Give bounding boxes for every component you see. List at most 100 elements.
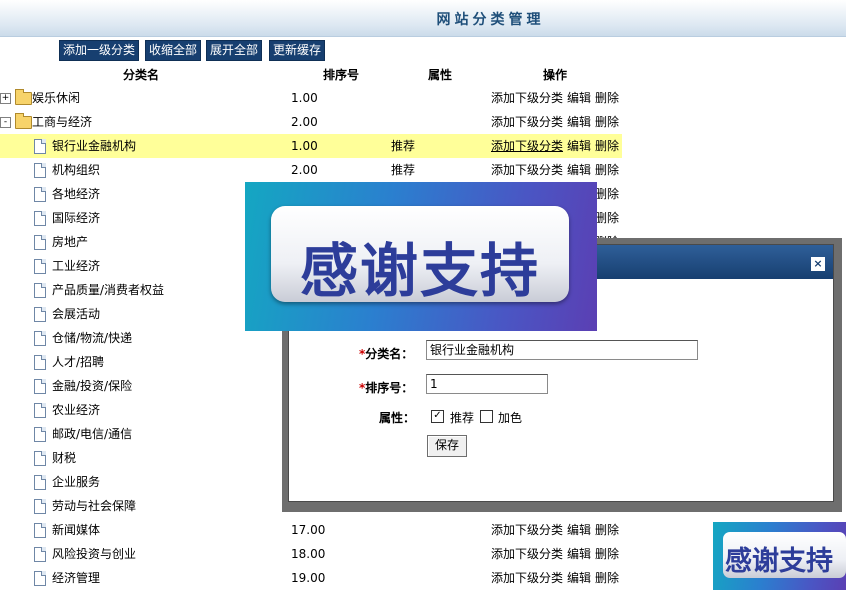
edit-link[interactable]: 编辑 [567,115,591,129]
banner-small-pill: 感谢支持 [723,532,846,578]
table-row: 机构组织 2.00 推荐 添加下级分类 编辑 删除 [0,158,622,182]
category-name[interactable]: 银行业金融机构 [52,134,136,158]
delete-link[interactable]: 删除 [595,547,619,561]
category-name[interactable]: 机构组织 [52,158,100,182]
add-subcategory-link[interactable]: 添加下级分类 [491,523,563,537]
edit-link[interactable]: 编辑 [567,163,591,177]
category-name[interactable]: 经济管理 [52,566,100,590]
document-icon [34,403,46,418]
row-actions: 添加下级分类编辑删除 [491,518,623,542]
category-name[interactable]: 企业服务 [52,470,100,494]
category-name[interactable]: 会展活动 [52,302,100,326]
order-field-label: *排序号： [359,381,414,395]
category-name[interactable]: 人才/招聘 [52,350,104,374]
table-row: - 工商与经济 2.00 添加下级分类 编辑 删除 [0,110,622,134]
category-name[interactable]: 仓储/物流/快递 [52,326,132,350]
document-icon [34,379,46,394]
sort-order-input[interactable] [426,374,548,394]
table-row: 新闻媒体 17.00 添加下级分类 编辑 删除 [0,518,622,542]
category-name[interactable]: 工商与经济 [32,110,92,134]
document-icon [34,451,46,466]
add-subcategory-link[interactable]: 添加下级分类 [491,91,563,105]
thanks-banner: 感谢支持 [245,182,597,331]
column-header-name: 分类名 [123,68,160,82]
row-actions: 添加下级分类编辑删除 [491,542,623,566]
collapse-all-button[interactable]: 收缩全部 [145,40,202,61]
table-row: 风险投资与创业 18.00 添加下级分类 编辑 删除 [0,542,622,566]
edit-link[interactable]: 编辑 [567,523,591,537]
table-row: 银行业金融机构 1.00 推荐 添加下级分类 编辑 删除 [0,134,622,158]
document-icon [34,259,46,274]
sort-order: 17.00 [291,523,326,537]
edit-link[interactable]: 编辑 [567,91,591,105]
add-subcategory-link[interactable]: 添加下级分类 [491,115,563,129]
table-row: 经济管理 19.00 添加下级分类 编辑 删除 [0,566,622,590]
row-actions: 添加下级分类编辑删除 [491,110,623,134]
recommend-checkbox[interactable]: ✓ [431,410,444,423]
delete-link[interactable]: 删除 [595,91,619,105]
category-name[interactable]: 新闻媒体 [52,518,100,542]
highlight-color-checkbox[interactable] [480,410,493,423]
close-icon[interactable]: × [811,257,825,271]
edit-link[interactable]: 编辑 [567,571,591,585]
delete-link[interactable]: 删除 [595,211,619,225]
banner-pill: 感谢支持 [271,206,569,305]
category-name[interactable]: 财税 [52,446,76,470]
category-name[interactable]: 农业经济 [52,398,100,422]
add-top-category-button[interactable]: 添加一级分类 [59,40,140,61]
recommend-label: 推荐 [450,411,475,425]
page-header: 网站分类管理 [0,0,846,37]
add-subcategory-link[interactable]: 添加下级分类 [491,163,563,177]
add-subcategory-link[interactable]: 添加下级分类 [491,139,563,153]
update-cache-button[interactable]: 更新缓存 [269,40,326,61]
edit-link[interactable]: 编辑 [567,547,591,561]
delete-link[interactable]: 删除 [595,523,619,537]
column-header-order: 排序号 [323,68,360,82]
category-name[interactable]: 各地经济 [52,182,100,206]
document-icon [34,163,46,178]
document-icon [34,355,46,370]
attribute: 推荐 [391,163,416,177]
edit-link[interactable]: 编辑 [567,139,591,153]
sort-order: 2.00 [291,163,318,177]
delete-link[interactable]: 删除 [595,163,619,177]
category-name[interactable]: 娱乐休闲 [32,86,80,110]
banner-small-text: 感谢支持 [725,546,833,577]
delete-link[interactable]: 删除 [595,139,619,153]
folder-icon [15,113,32,129]
delete-link[interactable]: 删除 [595,187,619,201]
add-subcategory-link[interactable]: 添加下级分类 [491,571,563,585]
collapse-icon[interactable]: - [0,117,11,128]
expand-icon[interactable]: + [0,93,11,104]
save-button[interactable]: 保存 [427,435,468,457]
row-actions: 添加下级分类编辑删除 [491,134,623,158]
document-icon [34,523,46,538]
category-name[interactable]: 国际经济 [52,206,100,230]
table-row: + 娱乐休闲 1.00 添加下级分类 编辑 删除 [0,86,622,110]
delete-link[interactable]: 删除 [595,571,619,585]
document-icon [34,307,46,322]
sort-order: 2.00 [291,115,318,129]
add-subcategory-link[interactable]: 添加下级分类 [491,547,563,561]
expand-all-button[interactable]: 展开全部 [206,40,263,61]
document-icon [34,547,46,562]
category-name[interactable]: 房地产 [52,230,88,254]
category-name[interactable]: 金融/投资/保险 [52,374,132,398]
category-name[interactable]: 风险投资与创业 [52,542,136,566]
category-name[interactable]: 劳动与社会保障 [52,494,136,518]
row-actions: 添加下级分类编辑删除 [491,158,623,182]
category-name[interactable]: 产品质量/消费者权益 [52,278,164,302]
category-name-input[interactable] [426,340,698,360]
document-icon [34,139,46,154]
name-field-label: *分类名： [359,347,414,361]
attribute: 推荐 [391,139,416,153]
column-header-attr: 属性 [428,68,453,82]
category-name[interactable]: 邮政/电信/通信 [52,422,132,446]
row-actions: 添加下级分类编辑删除 [491,566,623,590]
sort-order: 1.00 [291,139,318,153]
category-name[interactable]: 工业经济 [52,254,100,278]
table-header: 分类名 排序号 属性 操作 [0,66,846,82]
attr-field-label: 属性： [379,411,416,425]
thanks-banner-small: 感谢支持 [713,522,846,590]
delete-link[interactable]: 删除 [595,115,619,129]
